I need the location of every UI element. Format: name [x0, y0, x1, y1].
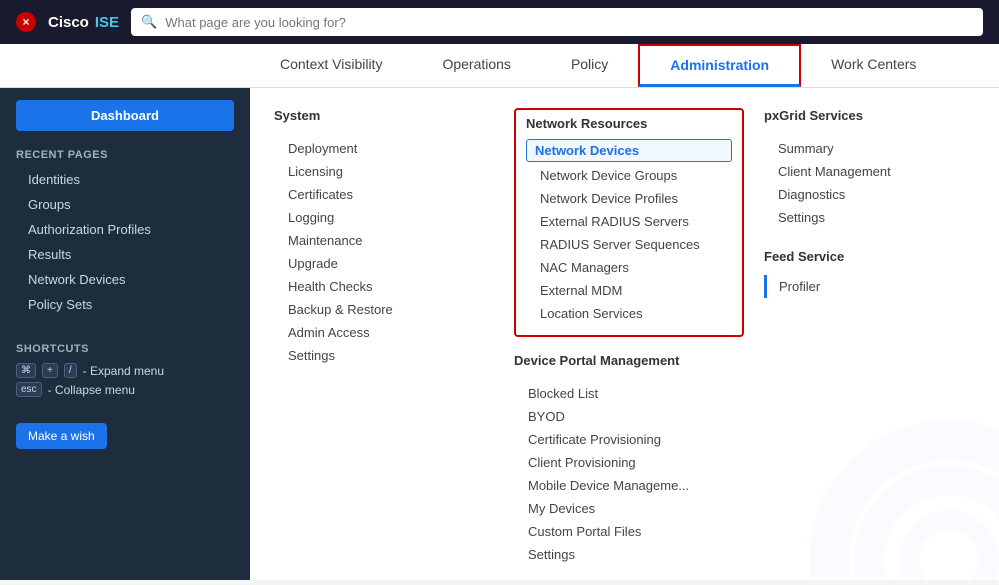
shortcut-expand-label: - Expand menu [83, 364, 164, 378]
tab-context-visibility[interactable]: Context Visibility [250, 44, 412, 87]
menu-item-location-services[interactable]: Location Services [526, 302, 732, 325]
sidebar-divider [0, 317, 250, 327]
feed-service-section: Feed Service Profiler [764, 249, 984, 296]
menu-item-byod[interactable]: BYOD [514, 405, 744, 428]
network-resources-box: Network Resources Network Devices Networ… [514, 108, 744, 337]
sidebar-item-policy-sets[interactable]: Policy Sets [0, 292, 250, 317]
menu-item-profiler[interactable]: Profiler [764, 275, 820, 298]
sidebar-item-groups[interactable]: Groups [0, 192, 250, 217]
menu-item-system-settings[interactable]: Settings [274, 344, 494, 367]
sidebar-item-network-devices[interactable]: Network Devices [0, 267, 250, 292]
tab-policy[interactable]: Policy [541, 44, 638, 87]
brand-logo: Cisco ISE [48, 14, 119, 31]
menu-item-my-devices[interactable]: My Devices [514, 497, 744, 520]
shortcut-collapse-label: - Collapse menu [48, 383, 135, 397]
feed-service-title: Feed Service [764, 249, 984, 268]
sidebar-item-results[interactable]: Results [0, 242, 250, 267]
menu-item-certificates[interactable]: Certificates [274, 183, 494, 206]
pxgrid-title: pxGrid Services [764, 108, 999, 127]
search-icon: 🔍 [141, 14, 157, 30]
menu-item-upgrade[interactable]: Upgrade [274, 252, 494, 275]
menu-item-network-devices[interactable]: Network Devices [526, 139, 732, 162]
tab-operations[interactable]: Operations [412, 44, 540, 87]
brand-cisco: Cisco [48, 14, 89, 31]
menu-item-client-management[interactable]: Client Management [764, 160, 999, 183]
shortcuts-title: Shortcuts [16, 343, 234, 355]
dashboard-button[interactable]: Dashboard [16, 100, 234, 131]
device-portal-section: Device Portal Management Blocked List BY… [514, 353, 744, 566]
menu-item-external-radius-servers[interactable]: External RADIUS Servers [526, 210, 732, 233]
main-layout: Dashboard Recent Pages Identities Groups… [0, 88, 999, 580]
tab-administration[interactable]: Administration [638, 44, 801, 87]
make-wish-button[interactable]: Make a wish [16, 423, 107, 449]
menu-item-blocked-list[interactable]: Blocked List [514, 382, 744, 405]
search-bar[interactable]: 🔍 [131, 8, 983, 36]
sidebar-item-identities[interactable]: Identities [0, 167, 250, 192]
search-input[interactable] [165, 15, 973, 30]
menu-item-logging[interactable]: Logging [274, 206, 494, 229]
nav-tabs: Context Visibility Operations Policy Adm… [0, 44, 999, 88]
shortcuts-section: Shortcuts ⌘ + / - Expand menu esc - Coll… [0, 335, 250, 409]
menu-item-diagnostics[interactable]: Diagnostics [764, 183, 999, 206]
tab-work-centers[interactable]: Work Centers [801, 44, 946, 87]
menu-item-device-portal-settings[interactable]: Settings [514, 543, 744, 566]
system-title: System [274, 108, 494, 127]
menu-item-certificate-provisioning[interactable]: Certificate Provisioning [514, 428, 744, 451]
network-resources-title: Network Resources [526, 116, 732, 131]
sidebar-item-authorization-profiles[interactable]: Authorization Profiles [0, 217, 250, 242]
menu-item-radius-server-sequences[interactable]: RADIUS Server Sequences [526, 233, 732, 256]
menu-item-licensing[interactable]: Licensing [274, 160, 494, 183]
menu-item-custom-portal-files[interactable]: Custom Portal Files [514, 520, 744, 543]
recent-pages-title: Recent Pages [0, 145, 250, 167]
menu-item-maintenance[interactable]: Maintenance [274, 229, 494, 252]
shortcut-collapse-key: esc [16, 382, 42, 397]
shortcut-expand-keys: ⌘ [16, 363, 36, 378]
menu-item-nac-managers[interactable]: NAC Managers [526, 256, 732, 279]
menu-item-deployment[interactable]: Deployment [274, 137, 494, 160]
menu-item-network-device-profiles[interactable]: Network Device Profiles [526, 187, 732, 210]
brand-ise: ISE [95, 14, 119, 31]
menu-item-external-mdm[interactable]: External MDM [526, 279, 732, 302]
shortcut-expand-key2: + [42, 363, 58, 378]
device-portal-title: Device Portal Management [514, 353, 744, 372]
menu-item-client-provisioning[interactable]: Client Provisioning [514, 451, 744, 474]
mega-menu: System Deployment Licensing Certificates… [250, 88, 999, 580]
system-section: System Deployment Licensing Certificates… [274, 108, 494, 566]
bottom-right-sections: Feed Service Profiler Threat Centric NAC… [764, 249, 999, 316]
menu-item-admin-access[interactable]: Admin Access [274, 321, 494, 344]
menu-item-network-device-groups[interactable]: Network Device Groups [526, 164, 732, 187]
shortcut-expand-key3: / [64, 363, 77, 378]
menu-item-mobile-device-mgmt[interactable]: Mobile Device Manageme... [514, 474, 744, 497]
menu-item-summary[interactable]: Summary [764, 137, 999, 160]
close-button[interactable]: × [16, 12, 36, 32]
shortcut-expand-row: ⌘ + / - Expand menu [16, 363, 234, 378]
shortcut-collapse-row: esc - Collapse menu [16, 382, 234, 397]
pxgrid-section: pxGrid Services Summary Client Managemen… [764, 108, 999, 566]
top-bar: × Cisco ISE 🔍 [0, 0, 999, 44]
network-resources-column: Network Resources Network Devices Networ… [514, 108, 744, 580]
menu-item-health-checks[interactable]: Health Checks [274, 275, 494, 298]
sidebar: Dashboard Recent Pages Identities Groups… [0, 88, 250, 580]
menu-item-backup-restore[interactable]: Backup & Restore [274, 298, 494, 321]
menu-item-pxgrid-settings[interactable]: Settings [764, 206, 999, 229]
